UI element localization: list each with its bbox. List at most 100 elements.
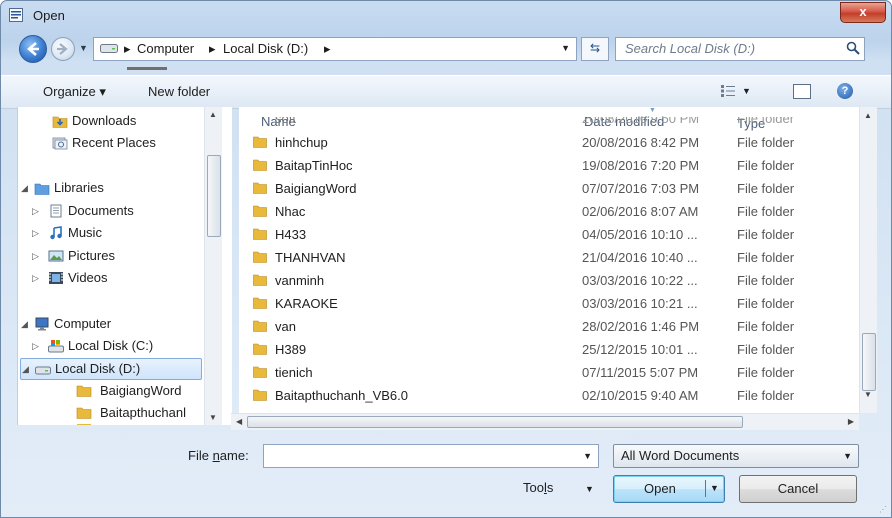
row-type: File folder bbox=[737, 296, 795, 311]
new-folder-button[interactable]: New folder bbox=[148, 84, 210, 99]
table-row[interactable]: THANHVAN 21/04/2016 10:40 ... File folde… bbox=[239, 246, 859, 269]
file-list-horizontal-scrollbar[interactable]: ◀ ▶ bbox=[231, 413, 859, 430]
back-button[interactable] bbox=[19, 35, 47, 63]
folder-icon bbox=[253, 136, 267, 148]
view-options-dropdown-icon[interactable]: ▼ bbox=[742, 86, 751, 96]
address-dropdown-icon[interactable]: ▼ bbox=[561, 43, 570, 53]
collapsed-arrow-icon[interactable]: ▷ bbox=[32, 246, 39, 266]
collapsed-arrow-icon[interactable]: ▷ bbox=[32, 336, 39, 356]
scroll-right-icon[interactable]: ▶ bbox=[848, 417, 854, 426]
table-row[interactable]: tienich 07/11/2015 5:07 PM File folder bbox=[239, 361, 859, 384]
nav-item-libraries[interactable]: ◢ Libraries bbox=[18, 178, 204, 198]
nav-label: Music bbox=[68, 225, 102, 240]
file-list-vertical-scrollbar[interactable]: ▲ ▼ bbox=[859, 107, 877, 413]
address-bar[interactable]: ▸ Computer ▸ Local Disk (D:) ▸ ▼ bbox=[93, 37, 577, 61]
row-name: H433 bbox=[275, 227, 307, 242]
row-name: hinhchup bbox=[275, 135, 328, 150]
tools-button[interactable]: Tools bbox=[523, 480, 553, 495]
nav-pane-scrollbar[interactable]: ▲ ▼ bbox=[204, 107, 222, 425]
expanded-arrow-icon[interactable]: ◢ bbox=[21, 314, 28, 334]
preview-pane-icon[interactable] bbox=[793, 84, 811, 99]
table-row[interactable]: Baitapthuchanh_VB6.0 02/10/2015 9:40 AM … bbox=[239, 384, 859, 407]
row-type: File folder bbox=[737, 135, 795, 150]
file-list-hscroll-thumb[interactable] bbox=[247, 416, 743, 428]
nav-item-music[interactable]: ▷ Music bbox=[18, 223, 204, 243]
refresh-button[interactable]: ⇆ bbox=[581, 37, 609, 61]
expanded-arrow-icon[interactable]: ◢ bbox=[22, 359, 29, 379]
table-row[interactable]: hinhchup 20/08/2016 8:42 PM File folder bbox=[239, 131, 859, 154]
table-row[interactable]: van 28/02/2016 1:46 PM File folder bbox=[239, 315, 859, 338]
tools-dropdown-icon[interactable]: ▼ bbox=[585, 484, 594, 494]
libraries-icon bbox=[34, 183, 50, 195]
folder-icon bbox=[253, 389, 267, 401]
nav-pane-scroll-thumb[interactable] bbox=[207, 155, 221, 237]
row-name: BaigiangWord bbox=[275, 181, 357, 196]
scroll-up-icon[interactable]: ▲ bbox=[209, 110, 217, 119]
recent-places-icon bbox=[52, 137, 68, 150]
organize-button[interactable]: Organize ▾ bbox=[43, 84, 106, 100]
row-date: 03/03/2016 10:21 ... bbox=[582, 296, 698, 311]
nav-item-recent-places[interactable]: Recent Places bbox=[18, 133, 204, 153]
navigation-pane[interactable]: Downloads Recent Places ◢ Libraries ▷ Do… bbox=[17, 107, 232, 425]
search-icon[interactable] bbox=[846, 41, 860, 55]
scroll-up-icon[interactable]: ▲ bbox=[864, 111, 872, 120]
table-row[interactable]: KARAOKE 03/03/2016 10:21 ... File folder bbox=[239, 292, 859, 315]
address-separator[interactable]: ▸ bbox=[324, 41, 331, 57]
file-name-dropdown-icon[interactable]: ▼ bbox=[583, 451, 592, 461]
table-row[interactable]: vanminh 03/03/2016 10:22 ... File folder bbox=[239, 269, 859, 292]
nav-item-pictures[interactable]: ▷ Pictures bbox=[18, 246, 204, 266]
file-list-scroll-thumb[interactable] bbox=[862, 333, 876, 391]
nav-item-baitapthuchanh[interactable]: Baitapthuchanl bbox=[18, 403, 204, 423]
nav-item-local-disk-c[interactable]: ▷ Local Disk (C:) bbox=[18, 336, 204, 356]
forward-button[interactable] bbox=[51, 37, 75, 61]
address-separator[interactable]: ▸ bbox=[124, 41, 131, 57]
row-type: File folder bbox=[737, 319, 795, 334]
nav-item-local-disk-d[interactable]: ◢ Local Disk (D:) bbox=[20, 358, 202, 380]
file-name-input[interactable]: ▼ bbox=[263, 444, 599, 468]
help-icon[interactable]: ? bbox=[837, 83, 853, 99]
address-segment-local-disk-d[interactable]: Local Disk (D:) bbox=[223, 41, 308, 56]
row-name: van bbox=[275, 319, 296, 334]
downloads-icon bbox=[52, 116, 68, 128]
table-row[interactable]: H433 04/05/2016 10:10 ... File folder bbox=[239, 223, 859, 246]
nav-item-videos[interactable]: ▷ Videos bbox=[18, 268, 204, 288]
collapsed-arrow-icon[interactable]: ▷ bbox=[32, 201, 39, 221]
change-view-icon[interactable] bbox=[721, 85, 735, 97]
nav-item-baigiangword[interactable]: BaigiangWord bbox=[18, 381, 204, 401]
nav-item-documents[interactable]: ▷ Documents bbox=[18, 201, 204, 221]
file-list[interactable]: Name Date modified Type ▼ soft 20/08/201… bbox=[239, 107, 859, 413]
open-options-dropdown-icon[interactable]: ▼ bbox=[710, 483, 719, 493]
row-date: 19/08/2016 7:20 PM bbox=[582, 158, 700, 173]
row-type: File folder bbox=[737, 365, 795, 380]
folder-icon bbox=[253, 343, 267, 355]
close-button[interactable]: x bbox=[840, 2, 886, 23]
collapsed-arrow-icon[interactable]: ▷ bbox=[32, 268, 39, 288]
nav-item-downloads[interactable]: Downloads bbox=[18, 111, 204, 131]
table-row[interactable]: BaitapTinHoc 19/08/2016 7:20 PM File fol… bbox=[239, 154, 859, 177]
table-row[interactable]: Nhac 02/06/2016 8:07 AM File folder bbox=[239, 200, 859, 223]
scroll-down-icon[interactable]: ▼ bbox=[209, 413, 217, 422]
scroll-down-icon[interactable]: ▼ bbox=[864, 390, 872, 399]
nav-label: Libraries bbox=[54, 180, 104, 195]
cancel-button[interactable]: Cancel bbox=[739, 475, 857, 503]
address-segment-computer[interactable]: Computer bbox=[137, 41, 194, 56]
resize-grip-icon[interactable]: ⋰ bbox=[879, 505, 887, 514]
row-name: BaitapTinHoc bbox=[275, 158, 353, 173]
drive-icon bbox=[100, 44, 118, 53]
address-separator[interactable]: ▸ bbox=[209, 41, 216, 57]
nav-item-computer[interactable]: ◢ Computer bbox=[18, 314, 204, 334]
folder-icon bbox=[76, 385, 92, 397]
open-button[interactable]: Open ▼ bbox=[613, 475, 725, 503]
title-bar[interactable]: Open x bbox=[1, 1, 891, 29]
scroll-left-icon[interactable]: ◀ bbox=[236, 417, 242, 426]
table-row[interactable]: BaigiangWord 07/07/2016 7:03 PM File fol… bbox=[239, 177, 859, 200]
collapsed-arrow-icon[interactable]: ▷ bbox=[32, 223, 39, 243]
recent-pages-dropdown-icon[interactable]: ▼ bbox=[79, 43, 88, 53]
table-row[interactable]: H389 25/12/2015 10:01 ... File folder bbox=[239, 338, 859, 361]
computer-icon bbox=[35, 317, 49, 331]
system-drive-icon bbox=[48, 340, 64, 353]
file-type-filter-select[interactable]: All Word Documents ▼ bbox=[613, 444, 859, 468]
table-row[interactable]: soft 20/08/2016 9:50 PM File folder bbox=[239, 117, 859, 131]
expanded-arrow-icon[interactable]: ◢ bbox=[21, 178, 28, 198]
search-input[interactable]: Search Local Disk (D:) bbox=[615, 37, 865, 61]
